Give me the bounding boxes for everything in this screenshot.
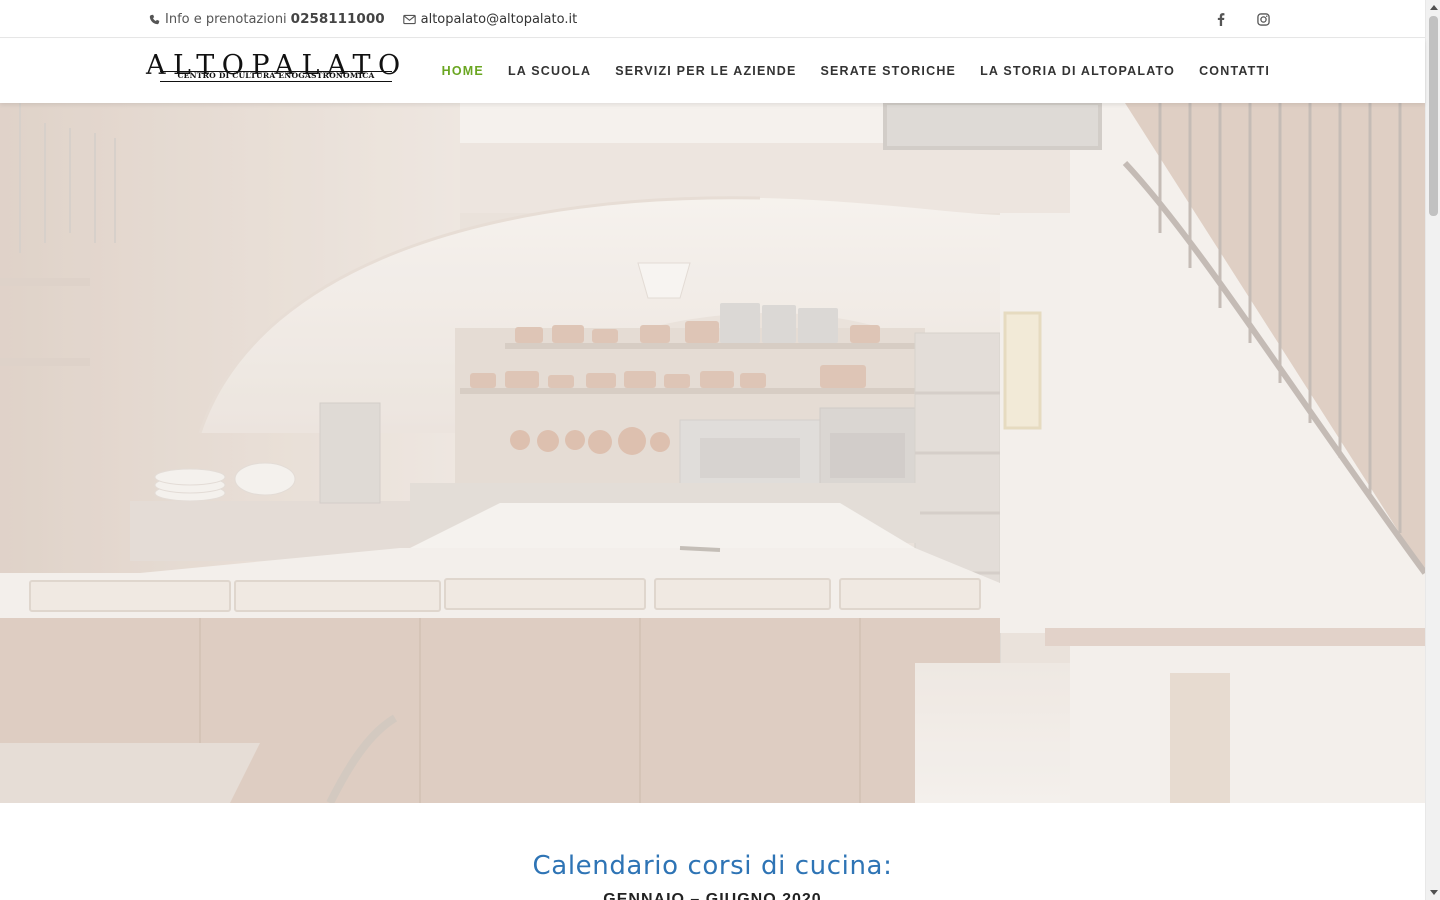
logo-tagline: CENTRO DI CULTURA ENOGASTRONOMICA (160, 71, 392, 82)
calendar-title: Calendario corsi di cucina: (532, 851, 893, 881)
instagram-icon[interactable] (1256, 12, 1270, 26)
scroll-down-arrow-icon[interactable] (1430, 890, 1438, 895)
nav-storia-altopalato[interactable]: LA STORIA DI ALTOPALATO (980, 64, 1175, 78)
hero-kitchen-image (0, 103, 1425, 803)
nav-servizi-aziende[interactable]: SERVIZI PER LE AZIENDE (615, 64, 796, 78)
nav-contatti[interactable]: CONTATTI (1199, 64, 1270, 78)
phone-icon (149, 14, 160, 24)
social-links (1186, 0, 1270, 38)
envelope-icon (402, 14, 416, 24)
nav-la-scuola[interactable]: LA SCUOLA (508, 64, 591, 78)
nav-home[interactable]: HOME (442, 64, 484, 78)
site-header: ALTOPALATO CENTRO DI CULTURA ENOGASTRONO… (0, 39, 1425, 103)
scrollbar-thumb[interactable] (1429, 16, 1438, 216)
top-info-bar: Info e prenotazioni 0258111000 altopalat… (0, 0, 1425, 38)
email-link[interactable]: altopalato@altopalato.it (421, 12, 578, 27)
main-nav: HOME LA SCUOLA SERVIZI PER LE AZIENDE SE… (418, 39, 1270, 103)
page-scrollbar[interactable] (1425, 0, 1440, 900)
nav-serate-storiche[interactable]: SERATE STORICHE (820, 64, 956, 78)
contact-info: Info e prenotazioni 0258111000 altopalat… (149, 0, 595, 38)
calendar-subtitle: GENNAIO – GIUGNO 2020 (603, 891, 822, 900)
phone-info[interactable]: Info e prenotazioni 0258111000 (149, 11, 385, 27)
main-content: Calendario corsi di cucina: GENNAIO – GI… (0, 803, 1425, 900)
facebook-icon[interactable] (1214, 12, 1228, 26)
site-logo[interactable]: ALTOPALATO CENTRO DI CULTURA ENOGASTRONO… (146, 51, 400, 85)
email-info[interactable]: altopalato@altopalato.it (402, 12, 578, 27)
info-label: Info e prenotazioni (165, 11, 287, 27)
scroll-up-arrow-icon[interactable] (1430, 5, 1438, 10)
kitchen-illustration (0, 103, 1425, 803)
phone-number[interactable]: 0258111000 (291, 11, 385, 27)
